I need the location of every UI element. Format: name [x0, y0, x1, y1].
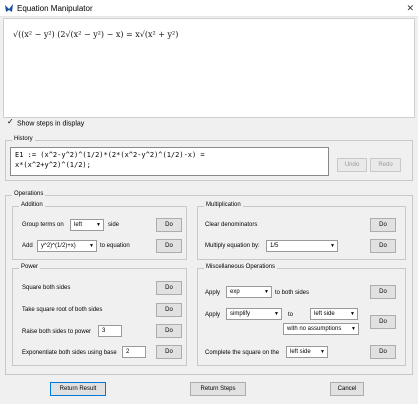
addition-label: Addition — [19, 202, 45, 208]
equation-display: √((x² − y²) (2√(x² − y²) − x) = x√(x² + … — [3, 18, 415, 118]
sqrt-do-button[interactable]: Do — [156, 303, 182, 317]
apply-function-select[interactable]: exp ▼ — [226, 286, 272, 298]
title-bar: Equation Manipulator ✕ — [0, 0, 418, 17]
clear-denominators-label: Clear denominators — [205, 222, 258, 228]
exponentiate-do-button[interactable]: Do — [156, 345, 182, 359]
return-steps-button[interactable]: Return Steps — [190, 382, 246, 396]
cancel-button[interactable]: Cancel — [330, 382, 364, 396]
complete-square-do-button[interactable]: Do — [370, 345, 396, 359]
multiply-do-button[interactable]: Do — [370, 239, 396, 253]
operations-label: Operations — [12, 191, 46, 197]
apply-command-value: simplify — [230, 311, 251, 317]
add-term-value: y^2)^(1/2)+x) — [41, 243, 76, 249]
assumptions-select[interactable]: with no assumptions ▼ — [283, 323, 359, 335]
side-suffix: side — [108, 222, 120, 228]
to-label: to — [288, 312, 294, 318]
redo-button[interactable]: Redo — [370, 158, 401, 172]
multiply-label: Multiply equation by: — [205, 243, 260, 249]
chevron-down-icon: ▼ — [350, 311, 355, 317]
history-line-2: x*(x^2+y^2)^(1/2); — [15, 161, 91, 169]
chevron-down-icon: ▼ — [89, 243, 94, 249]
equation-term-1: √((x² − y²) — [13, 30, 55, 39]
add-suffix: to equation — [100, 243, 130, 249]
clear-denominators-do-button[interactable]: Do — [370, 218, 396, 232]
chevron-down-icon: ▼ — [351, 326, 356, 332]
app-icon — [5, 4, 13, 12]
complete-square-value: left side — [290, 349, 311, 355]
equation-rhs: = x√(x² + y²) — [126, 30, 179, 39]
apply2-label: Apply — [205, 312, 221, 318]
multiply-value: 1/5 — [270, 243, 279, 249]
side-select[interactable]: left ▼ — [70, 219, 104, 231]
exponentiate-label: Exponentiate both sides using base — [22, 350, 117, 356]
chevron-down-icon: ▼ — [330, 243, 335, 249]
square-label: Square both sides — [22, 285, 71, 291]
sqrt-label: Take square root of both sides — [22, 307, 103, 313]
multiply-select[interactable]: 1/5 ▼ — [266, 240, 338, 252]
chevron-down-icon: ▼ — [274, 311, 279, 317]
history-label: History — [12, 136, 35, 142]
apply-side-select[interactable]: left side ▼ — [310, 308, 358, 320]
checkmark-icon — [7, 117, 15, 127]
apply1-suffix: to both sides — [275, 290, 310, 296]
chevron-down-icon: ▼ — [264, 289, 269, 295]
apply-function-value: exp — [230, 289, 240, 295]
apply-command-select[interactable]: simplify ▼ — [226, 308, 282, 320]
window-title: Equation Manipulator — [17, 4, 93, 13]
multiplication-label: Multiplication — [204, 202, 243, 208]
history-line-1: E1 := (x^2-y^2)^(1/2)*(2*(x^2-y^2)^(1/2)… — [15, 151, 205, 159]
power-label: Power — [19, 264, 41, 270]
raise-label: Raise both sides to power — [22, 329, 92, 335]
raise-do-button[interactable]: Do — [156, 324, 182, 338]
side-select-value: left — [74, 222, 83, 228]
apply1-do-button[interactable]: Do — [370, 285, 396, 299]
close-icon[interactable]: ✕ — [406, 3, 414, 14]
add-label: Add — [22, 243, 33, 249]
square-do-button[interactable]: Do — [156, 281, 182, 295]
chevron-down-icon: ▼ — [96, 222, 101, 228]
misc-label: Miscellaneous Operations — [204, 264, 278, 270]
group-terms-do-button[interactable]: Do — [156, 218, 182, 232]
show-steps-checkbox[interactable]: Show steps in display — [7, 117, 85, 128]
add-term-select[interactable]: y^2)^(1/2)+x) ▼ — [37, 240, 97, 252]
complete-square-label: Complete the square on the — [205, 350, 280, 356]
add-do-button[interactable]: Do — [156, 239, 182, 253]
group-terms-label: Group terms on — [22, 222, 64, 228]
history-code[interactable]: E1 := (x^2-y^2)^(1/2)*(2*(x^2-y^2)^(1/2)… — [10, 147, 329, 176]
exponentiate-base-input[interactable]: 2 — [122, 346, 146, 358]
apply2-do-button[interactable]: Do — [370, 315, 396, 329]
raise-power-input[interactable]: 3 — [98, 325, 122, 337]
equation-term-2: (2√(x² − y²) − x) — [57, 30, 124, 39]
assumptions-value: with no assumptions — [287, 326, 342, 332]
show-steps-label: Show steps in display — [16, 120, 85, 128]
chevron-down-icon: ▼ — [320, 349, 325, 355]
equation-text: √((x² − y²) (2√(x² − y²) − x) = x√(x² + … — [13, 30, 178, 39]
complete-square-select[interactable]: left side ▼ — [286, 346, 328, 358]
apply1-label: Apply — [205, 290, 221, 296]
apply-side-value: left side — [314, 311, 335, 317]
return-result-button[interactable]: Return Result — [50, 382, 106, 396]
undo-button[interactable]: Undo — [337, 158, 367, 172]
